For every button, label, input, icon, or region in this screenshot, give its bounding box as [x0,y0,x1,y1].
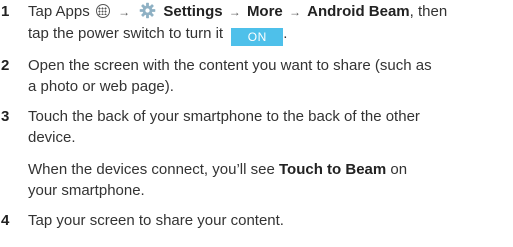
arrow-icon: → [288,5,301,19]
apps-icon [95,4,110,18]
on-toggle: ON [231,28,284,46]
step-text: Tap Apps [28,3,90,20]
step-number: 1 [1,3,10,20]
step-text: device. [28,129,76,146]
note-text: When the devices connect, you’ll see [28,161,275,178]
android-beam-label: Android Beam [307,3,410,20]
arrow-icon: → [228,5,241,19]
step-text: Touch the back of your smartphone to the… [28,108,420,125]
instruction-steps: 1 Tap Apps → Settings → More → Android B… [0,0,513,231]
step-number: 4 [1,212,10,229]
step-text: , then [409,3,448,20]
more-label: More [246,3,283,20]
step-2: 2 Open the screen with the content you w… [0,55,513,97]
step-text: Tap your screen to share your content. [28,212,284,229]
settings-label: Settings [163,3,223,20]
step-text: Open the screen with the content you wan… [28,57,432,74]
arrow-icon: → [118,5,131,19]
step-text: a photo or web page). [28,78,174,95]
gear-icon [139,2,156,19]
step-text: . [283,25,288,42]
step-3-note: When the devices connect, you’ll see Tou… [0,159,513,201]
step-text: tap the power switch to turn it [28,25,224,42]
step-number: 3 [1,108,10,125]
step-4: 4 Tap your screen to share your content. [0,210,513,231]
note-text: your smartphone. [28,182,145,199]
note-text: on [390,161,408,178]
step-1: 1 Tap Apps → Settings → More → Android B… [0,1,513,46]
step-number: 2 [1,57,10,74]
touch-to-beam-label: Touch to Beam [278,161,387,178]
step-3: 3 Touch the back of your smartphone to t… [0,106,513,148]
